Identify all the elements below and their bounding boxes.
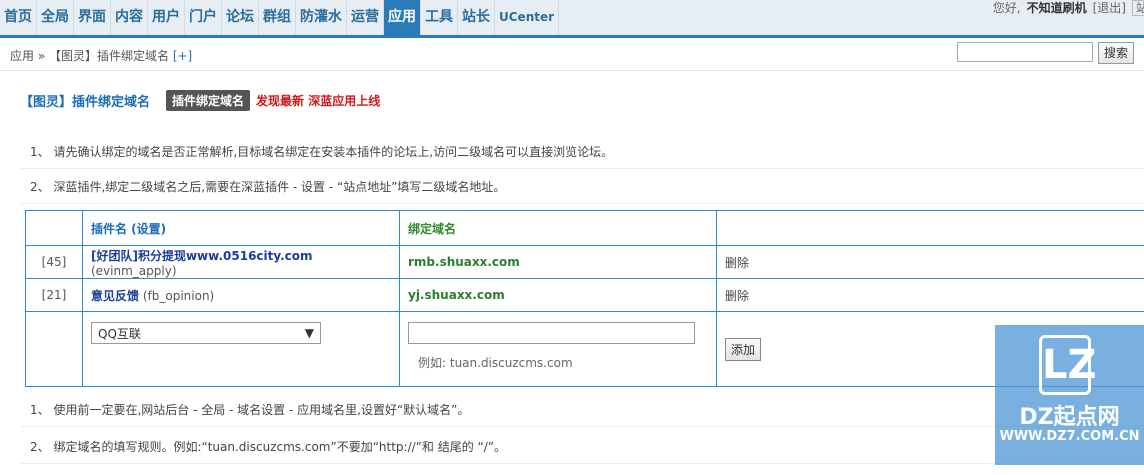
logout-link[interactable]: [退出]	[1093, 0, 1126, 16]
row-action-cell: 删除	[716, 245, 1144, 279]
row-action-cell: 删除	[716, 278, 1144, 312]
nav-item[interactable]: UCenter	[495, 0, 560, 35]
user-bar: 您好, 不知道刷机 [退出] 站	[993, 0, 1144, 16]
add-button[interactable]: 添加	[725, 337, 762, 361]
watermark-brand: DZ起点网	[1019, 405, 1120, 430]
plugin-select-value: QQ互联	[98, 326, 141, 341]
nav-item[interactable]: 站长	[458, 0, 495, 35]
header-actions	[716, 210, 1144, 246]
username: 不知道刷机	[1026, 1, 1087, 15]
nav-item[interactable]: 用户	[148, 0, 185, 35]
plugin-name-link[interactable]: 意见反馈	[91, 289, 139, 303]
nav-item[interactable]: 论坛	[222, 0, 259, 35]
tip-2: 2、 深蓝插件,绑定二级域名之后,需要在深蓝插件 - 设置 - “站点地址”填写…	[20, 170, 1144, 204]
domain-input[interactable]	[408, 322, 695, 344]
nav-item[interactable]: 工具	[421, 0, 458, 35]
tip-3: 1、 使用前一定要在,网站后台 - 全局 - 域名设置 - 应用域名里,设置好“…	[20, 393, 1144, 427]
row-plugin-cell: 意见反馈 (fb_opinion)	[82, 278, 400, 312]
row-plugin-cell: [好团队]积分提现www.0516city.com (evinm_apply)	[82, 245, 400, 279]
new-row-id	[25, 311, 83, 387]
chevron-down-icon: ▼	[304, 326, 314, 340]
row-id: [45]	[25, 245, 83, 279]
nav-item[interactable]: 防灌水	[296, 0, 347, 35]
nav-item[interactable]: 内容	[111, 0, 148, 35]
top-navigation-bar: 首页 全局 界面 内容 用户 门户 论坛 群组 防灌水 运营 应用 工具 站长 UCenter 您好, 不…	[0, 0, 1144, 38]
nav-item[interactable]: 运营	[347, 0, 384, 35]
add-shortcut-link[interactable]: [+]	[173, 49, 192, 63]
search-input[interactable]	[957, 42, 1093, 62]
header-id	[25, 210, 83, 246]
breadcrumb-bar: 应用 » 【图灵】插件绑定域名 [+] 搜索	[0, 38, 1144, 71]
breadcrumb: 应用 » 【图灵】插件绑定域名 [+]	[10, 47, 192, 64]
nav-menu: 首页 全局 界面 内容 用户 门户 论坛 群组 防灌水 运营 应用 工具 站长 UCenter	[0, 0, 560, 35]
delete-link[interactable]: 删除	[725, 289, 749, 303]
search-button[interactable]: 搜索	[1098, 42, 1134, 64]
nav-item[interactable]: 群组	[259, 0, 296, 35]
table-row: [45] [好团队]积分提现www.0516city.com (evinm_ap…	[25, 245, 1144, 279]
new-row-plugin-cell: QQ互联 ▼	[82, 311, 400, 387]
tip-4: 2、 绑定域名的填写规则。例如:“tuan.discuzcms.com”不要加“…	[20, 430, 1144, 464]
plugin-name-link[interactable]: [好团队]积分提现www.0516city.com	[91, 249, 313, 263]
tab-bind-domain[interactable]: 插件绑定域名	[166, 90, 251, 111]
nav-item[interactable]: 应用	[384, 0, 421, 35]
tip-1: 1、 请先确认绑定的域名是否正常解析,目标域名绑定在安装本插件的论坛上,访问二级…	[20, 135, 1144, 169]
title-line: 【图灵】插件绑定域名 插件绑定域名 发现最新 深蓝应用上线	[20, 90, 380, 111]
greeting-text: 您好,	[992, 1, 1021, 15]
bound-domain: rmb.shuaxx.com	[399, 245, 717, 279]
plugin-select[interactable]: QQ互联 ▼	[91, 322, 321, 344]
nav-item[interactable]: 界面	[74, 0, 111, 35]
promo-link[interactable]: 发现最新 深蓝应用上线	[256, 92, 380, 109]
domain-binding-table: 插件名 (设置) 绑定域名 [45] [好团队]积分提现www.0516city…	[25, 210, 1144, 387]
delete-link[interactable]: 删除	[725, 256, 749, 270]
watermark: LZ DZ起点网 WWW.DZ7.COM.CN	[995, 325, 1144, 465]
nav-item[interactable]: 全局	[37, 0, 74, 35]
nav-item[interactable]: 门户	[185, 0, 222, 35]
watermark-logo: LZ	[1039, 335, 1097, 395]
table-row: [21] 意见反馈 (fb_opinion) yj.shuaxx.com 删除	[25, 278, 1144, 312]
site-link-cut[interactable]: 站	[1132, 0, 1144, 16]
row-id: [21]	[25, 278, 83, 312]
page-title: 【图灵】插件绑定域名	[20, 95, 151, 110]
watermark-url: WWW.DZ7.COM.CN	[999, 429, 1140, 444]
new-binding-row: QQ互联 ▼ 例如: tuan.discuzcms.com 添加	[25, 311, 1144, 387]
plugin-identifier: (fb_opinion)	[142, 288, 215, 303]
new-row-domain-cell: 例如: tuan.discuzcms.com	[399, 311, 717, 387]
nav-item[interactable]: 首页	[0, 0, 37, 35]
plugin-identifier: (evinm_apply)	[91, 263, 177, 278]
table-header-row: 插件名 (设置) 绑定域名	[25, 210, 1144, 246]
bound-domain: yj.shuaxx.com	[399, 278, 717, 312]
domain-example: 例如: tuan.discuzcms.com	[418, 356, 573, 370]
breadcrumb-text: 应用 » 【图灵】插件绑定域名	[10, 49, 169, 63]
header-plugin-name: 插件名 (设置)	[82, 210, 400, 246]
header-domain: 绑定域名	[399, 210, 717, 246]
